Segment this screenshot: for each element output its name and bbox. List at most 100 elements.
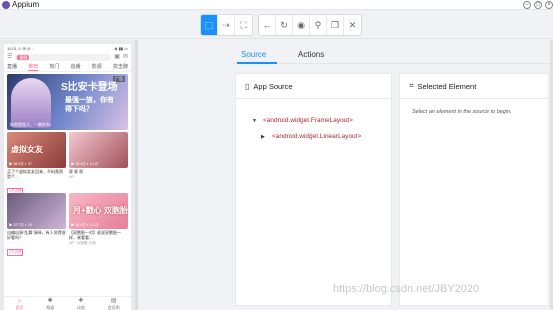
thumbnail-text: 月+戳心 双胞胎 [73,206,128,215]
video-card: 月+戳心 双胞胎 ▶ 80.4万 ◐ 0.1万【双胞胎一对】谁说双胞胎一样，来看看… [69,193,128,251]
device-screenshot-pane: 11:01 ⚠ ✉ ◎ · ◈ ▮▮ ▭ ☰ 番剧 ▣ ✉ 直播 推荐 热门 追番 影视… [0,40,135,310]
phone-search-box: 番剧 [15,53,112,61]
watermark: https://blog.csdn.net/JBY2020 [333,283,480,295]
phone-nav-item: ✚ 动态 [77,297,85,310]
video-card: ▶ 22.7万 ◐ 16 自编自演“乱舞”演绎，有人觉得很好看吗？ 1万点赞 [7,193,66,256]
phone-nav-label: 动态 [76,305,85,310]
phone-nav-item: ▤ 会员购 [108,297,120,310]
window-close-icon[interactable]: × [545,1,553,9]
refresh-icon[interactable]: ↻ [276,15,293,35]
video-stats: ▶ 93.4万 ◐ 0.1万 [71,162,99,166]
thumbnail-text: 虚拟女友 [11,145,43,154]
search-icon[interactable]: ⚲ [310,15,327,35]
phone-nav-icon: ✚ [78,298,84,304]
caret-down-icon[interactable]: ▼ [252,113,258,129]
selected-element-title: Selected Element [417,81,477,91]
phone-nav-icon: ⌂ [17,298,22,304]
select-elements-icon[interactable]: ⬚ [201,15,218,35]
video-title: 自编自演“乱舞”演绎，有人觉得很好看吗？ [7,230,66,240]
inspector-main: Source Actions ▯ App Source ▼ <android.wi… [233,40,553,310]
phone-tab: 热门 [49,64,60,70]
phone-nav-label: 频道 [46,305,55,310]
source-node-label[interactable]: <android.widget.FrameLayout> [263,113,353,129]
device-pane-scrollbar[interactable] [135,40,138,310]
app-source-panel: ▯ App Source ▼ <android.widget.FrameLayou… [235,73,392,306]
copy-xml-icon[interactable]: ❐ [327,15,344,35]
banner-caption: 极限超强大，一触即发! [10,122,52,127]
game-icon: ▣ [114,54,120,60]
file-icon: ▯ [245,81,250,91]
appium-logo-icon [2,1,10,9]
app-source-header: ▯ App Source [236,74,391,99]
back-icon[interactable]: ← [259,15,276,35]
status-left: 11:01 ⚠ ✉ ◎ · [7,46,33,51]
source-tree-node[interactable]: ▶ <android.widget.LinearLayout> [252,129,391,145]
tap-coordinates-icon[interactable]: ⛶ [235,15,252,35]
video-title: 买了个虚拟女友回来，不料竟然是个… [7,169,63,179]
video-title: 胖 胖 胖 [69,169,84,174]
tag-icon: ⌗ [409,81,414,90]
video-uploader: UP · 大饭团·小西 [69,241,96,245]
phone-nav-item: ✱ 频道 [46,297,54,310]
title-bar: Appium – □ × [0,0,553,10]
video-thumbnail: ▶ 22.7万 ◐ 16 [7,193,66,229]
inspector-toolbar: ⬚ ⇢ ⛶ ← ↻ ◉ ⚲ ❐ ✕ [0,11,553,39]
phone-nav-icon: ✱ [47,298,53,304]
phone-bottom-nav: ⌂ 首页 ✱ 频道 ✚ 动态 ▤ 会员购 [4,296,131,310]
inspector-tabs: Source Actions [233,40,553,64]
phone-tab: 影视 [91,64,102,70]
video-uploader: UP · [69,175,76,179]
banner-subtitle: 最强一族，你有得下吗？ [65,97,114,113]
phone-nav-label: 会员购 [107,305,120,310]
action-button-group: ← ↻ ◉ ⚲ ❐ ✕ [258,14,362,36]
mail-icon: ✉ [122,54,128,60]
video-thumbnail: 虚拟女友 ▶ 26.9万 ◐ 37 [7,132,66,168]
selected-element-hint: Select an element in the source to begin… [412,109,512,115]
phone-tab: 推荐 [28,64,39,71]
video-stats: ▶ 26.9万 ◐ 37 [9,162,32,166]
video-card: 虚拟女友 ▶ 26.9万 ◐ 37 买了个虚拟女友回来，不料竟然是个… 1万点赞 [7,132,66,195]
phone-search-row: ☰ 番剧 ▣ ✉ [4,52,131,62]
caret-right-icon[interactable]: ▶ [261,129,267,145]
maximize-icon[interactable]: □ [534,1,542,9]
source-tree-node[interactable]: ▼ <android.widget.FrameLayout> [252,113,391,129]
eye-icon[interactable]: ◉ [293,15,310,35]
video-card-grid: 虚拟女友 ▶ 26.9万 ◐ 37 买了个虚拟女友回来，不料竟然是个… 1万点赞 ▶ 9… [4,132,131,256]
video-thumbnail: ▶ 93.4万 ◐ 0.1万 [69,132,128,168]
phone-status-bar: 11:01 ⚠ ✉ ◎ · ◈ ▮▮ ▭ [4,44,131,52]
window-title: Appium [12,0,40,9]
close-icon[interactable]: ✕ [344,15,361,35]
video-thumbnail: 月+戳心 双胞胎 ▶ 80.4万 ◐ 0.1万 [69,193,128,229]
phone-nav-label: 首页 [15,305,24,310]
banner-title: S比安卡登场 [61,82,118,93]
tab-actions[interactable]: Actions [298,50,324,59]
status-right: ◈ ▮▮ ▭ [114,46,128,51]
search-tag: 番剧 [17,54,30,60]
source-node-label[interactable]: <android.widget.LinearLayout> [272,129,361,145]
tab-source[interactable]: Source [241,50,266,59]
banner-character-image [11,78,51,128]
phone-tab: 追番 [70,64,81,70]
video-stats: ▶ 22.7万 ◐ 16 [9,223,32,227]
video-stats: ▶ 80.4万 ◐ 0.1万 [71,223,99,227]
phone-tabs: 直播 推荐 热门 追番 影视 抗击肺 [4,62,131,72]
selected-element-header: ⌗ Selected Element [400,74,548,99]
selected-element-panel: ⌗ Selected Element Select an element in … [399,73,549,306]
app-source-title: App Source [253,81,293,91]
appium-window: Appium – □ × ⬚ ⇢ ⛶ ← ↻ ◉ ⚲ ❐ ✕ 11:01 ⚠ ✉ ◎ · ◈ … [0,0,553,310]
swipe-icon[interactable]: ⇢ [218,15,235,35]
source-tree: ▼ <android.widget.FrameLayout> ▶ <android.w… [236,99,391,145]
phone-tab: 直播 [7,64,18,70]
phone-tab: 抗击肺 [112,64,128,70]
phone-nav-icon: ▤ [110,298,117,304]
phone-banner: 广告 S比安卡登场 最强一族，你有得下吗？ 极限超强大，一触即发! [7,74,128,130]
phone-nav-item: ⌂ 首页 [15,297,23,310]
menu-icon: ☰ [7,54,13,60]
minimize-icon[interactable]: – [523,1,531,9]
video-card: ▶ 93.4万 ◐ 0.1万胖 胖 胖 UP · [69,132,128,190]
tab-active-indicator [237,62,277,64]
video-tag: 1万点赞 [7,249,24,256]
interaction-mode-group: ⬚ ⇢ ⛶ [200,14,253,36]
video-title: 【双胞胎一对】谁说双胞胎一样，来看看… [69,230,121,240]
device-screenshot[interactable]: 11:01 ⚠ ✉ ◎ · ◈ ▮▮ ▭ ☰ 番剧 ▣ ✉ 直播 推荐 热门 追番 影视… [4,44,131,310]
